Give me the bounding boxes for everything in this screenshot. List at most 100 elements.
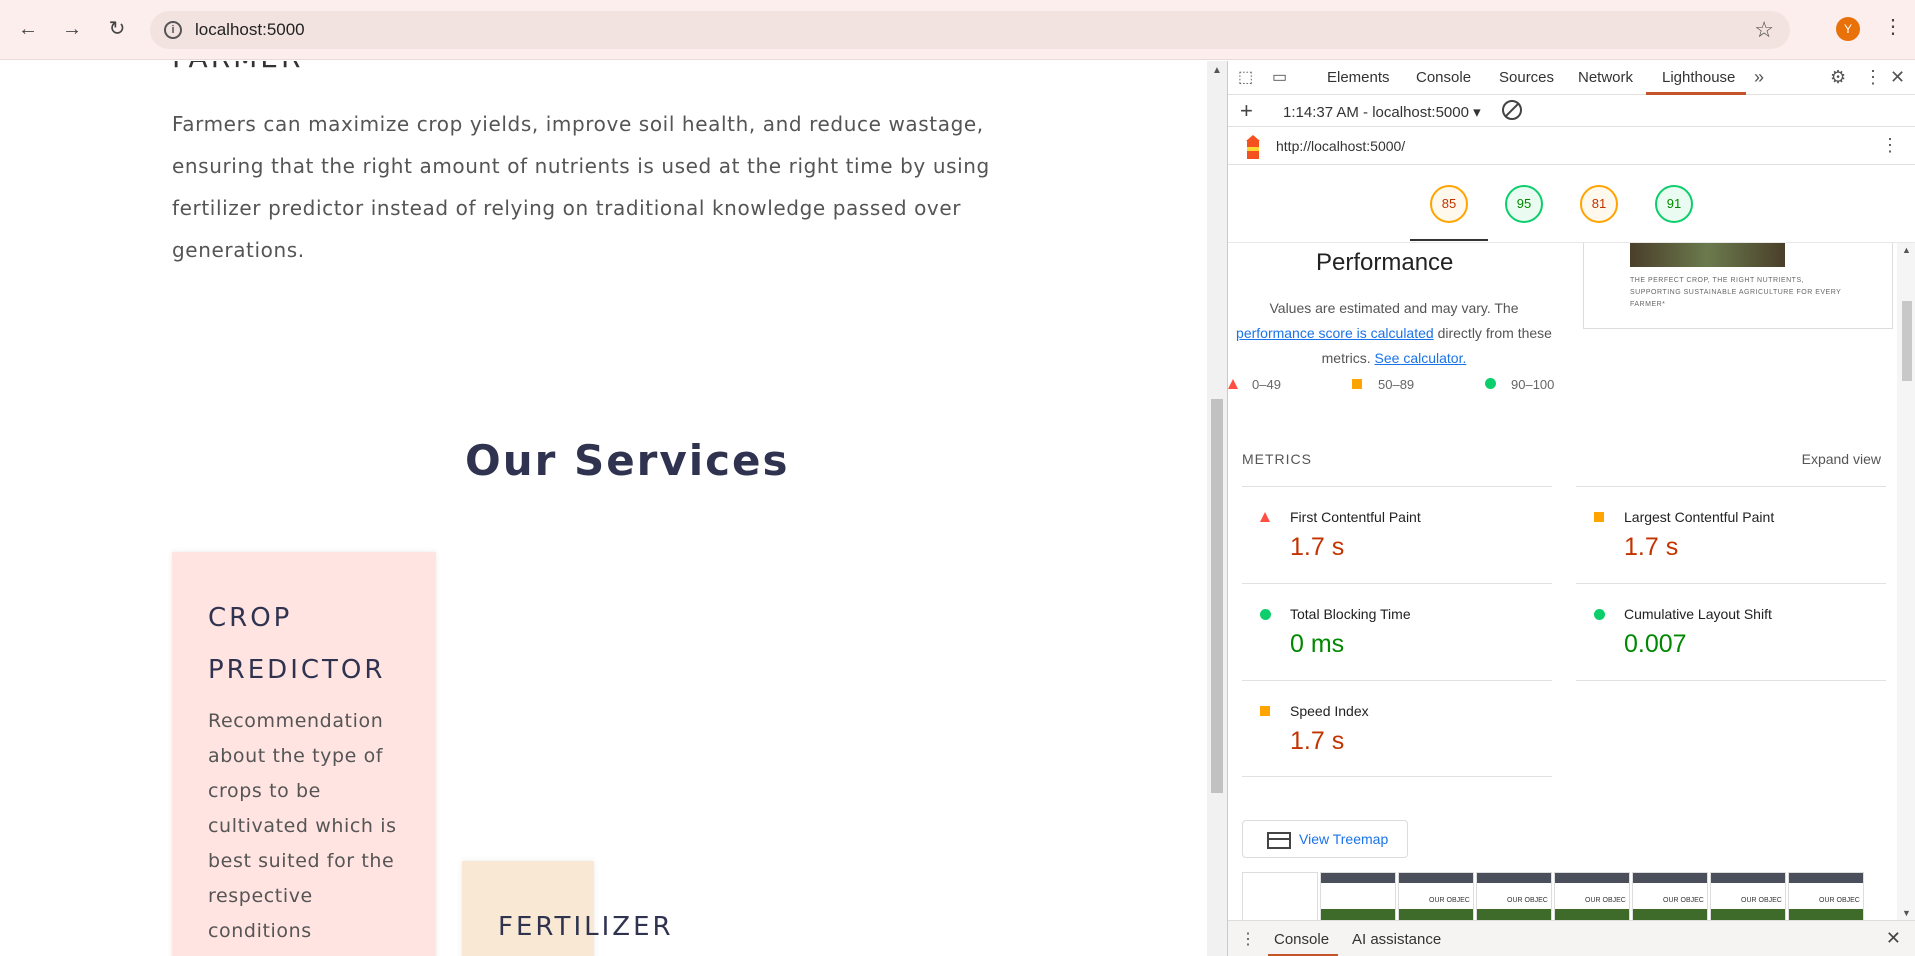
address-bar[interactable]: i localhost:5000 ☆ xyxy=(150,11,1790,49)
filmstrip-frame: OUR OBJEC xyxy=(1788,872,1864,920)
crop-predictor-card[interactable]: CROP PREDICTOR Recommendation about the … xyxy=(172,552,436,956)
metrics-header: METRICS xyxy=(1242,451,1312,467)
reload-icon[interactable]: ↻ xyxy=(105,17,129,41)
report-scrollbar[interactable]: ▲ ▼ xyxy=(1897,243,1915,920)
inspect-element-icon[interactable]: ⬚ xyxy=(1238,67,1253,87)
performance-title: Performance xyxy=(1316,249,1454,276)
drawer-tab-ai-assistance[interactable]: AI assistance xyxy=(1352,931,1441,948)
fail-triangle-icon xyxy=(1228,379,1238,389)
gauge-active-indicator xyxy=(1410,239,1488,241)
filmstrip-frame: OUR OBJEC xyxy=(1554,872,1630,920)
expand-view-toggle[interactable]: Expand view xyxy=(1802,451,1881,467)
treemap-label: View Treemap xyxy=(1299,831,1389,847)
metric-value: 1.7 s xyxy=(1290,533,1345,561)
more-tabs-icon[interactable]: » xyxy=(1754,67,1764,88)
score-gauge-accessibility[interactable]: 95 xyxy=(1505,185,1543,223)
filmstrip-frame: OUR OBJEC xyxy=(1632,872,1708,920)
screenshot-image xyxy=(1630,243,1785,267)
pass-circle-icon xyxy=(1260,609,1271,620)
performance-note: Values are estimated and may vary. The p… xyxy=(1228,296,1564,371)
filmstrip-frame: OUR OBJEC xyxy=(1476,872,1552,920)
close-drawer-icon[interactable]: ✕ xyxy=(1886,928,1901,949)
average-square-icon xyxy=(1594,512,1604,522)
filmstrip-frame: OUR OBJEC xyxy=(1710,872,1786,920)
metric-total-blocking-time: Total Blocking Time 0 ms xyxy=(1242,583,1552,680)
score-gauges: 85 95 81 91 xyxy=(1228,165,1915,243)
fertilizer-card[interactable]: FERTILIZER xyxy=(462,861,671,956)
lighthouse-toolbar: + 1:14:37 AM - localhost:5000 ▾ xyxy=(1228,95,1915,127)
treemap-icon xyxy=(1267,832,1291,849)
page-scrollbar[interactable]: ▲ xyxy=(1207,61,1227,956)
tab-lighthouse[interactable]: Lighthouse xyxy=(1662,69,1735,86)
metric-name: Cumulative Layout Shift xyxy=(1624,606,1772,622)
scrollbar-thumb[interactable] xyxy=(1902,301,1912,381)
tab-console[interactable]: Console xyxy=(1416,69,1471,86)
drawer-menu-icon[interactable]: ⋮ xyxy=(1240,929,1256,949)
score-gauge-seo[interactable]: 91 xyxy=(1655,185,1693,223)
scrollbar-thumb[interactable] xyxy=(1211,399,1223,793)
tab-sources[interactable]: Sources xyxy=(1499,69,1554,86)
metric-speed-index: Speed Index 1.7 s xyxy=(1242,680,1552,777)
profile-avatar[interactable]: Y xyxy=(1836,17,1860,41)
screenshot-caption: THE PERFECT CROP, THE RIGHT NUTRIENTS, S… xyxy=(1630,277,1842,308)
card-description: Recommendation about the type of crops t… xyxy=(208,710,397,942)
metric-largest-contentful-paint: Largest Contentful Paint 1.7 s xyxy=(1576,486,1886,583)
pass-circle-icon xyxy=(1485,378,1496,389)
metric-name: First Contentful Paint xyxy=(1290,509,1421,525)
device-toolbar-icon[interactable]: ▭ xyxy=(1272,67,1287,87)
drawer-tab-console[interactable]: Console xyxy=(1274,931,1329,948)
lighthouse-report: Performance Values are estimated and may… xyxy=(1228,243,1897,920)
close-devtools-icon[interactable]: ✕ xyxy=(1890,67,1905,88)
scroll-down-arrow-icon[interactable]: ▼ xyxy=(1902,908,1911,918)
average-square-icon xyxy=(1352,379,1362,389)
fail-triangle-icon xyxy=(1260,512,1270,522)
final-screenshot-thumbnail[interactable]: THE PERFECT CROP, THE RIGHT NUTRIENTS, S… xyxy=(1583,243,1893,329)
devtools-panel: ⬚ ▭ Elements Console Sources Network Lig… xyxy=(1228,61,1915,956)
average-square-icon xyxy=(1260,706,1270,716)
devtools-menu-icon[interactable]: ⋮ xyxy=(1864,67,1882,88)
metric-value: 1.7 s xyxy=(1624,533,1679,561)
card-title: CROP PREDICTOR xyxy=(208,603,386,685)
browser-menu-icon[interactable]: ⋮ xyxy=(1883,15,1903,39)
card-title: FERTILIZER xyxy=(498,912,674,942)
back-arrow-icon[interactable]: ← xyxy=(16,17,40,41)
metric-name: Total Blocking Time xyxy=(1290,606,1411,622)
browser-toolbar: ← → ↻ i localhost:5000 ☆ Y ⋮ xyxy=(0,0,1915,60)
address-url[interactable]: localhost:5000 xyxy=(195,20,305,40)
filmstrip-frame: OUR OBJEC xyxy=(1398,872,1474,920)
score-legend: 0–49 50–89 90–100 xyxy=(1228,375,1568,395)
metric-name: Speed Index xyxy=(1290,703,1369,719)
tab-network[interactable]: Network xyxy=(1578,69,1633,86)
score-calculation-link[interactable]: performance score is calculated xyxy=(1236,325,1434,341)
lighthouse-logo-icon xyxy=(1246,135,1260,159)
new-report-plus-icon[interactable]: + xyxy=(1240,98,1253,124)
see-calculator-link[interactable]: See calculator. xyxy=(1375,350,1467,366)
report-session-select[interactable]: 1:14:37 AM - localhost:5000 ▾ xyxy=(1283,103,1481,121)
forward-arrow-icon[interactable]: → xyxy=(60,17,84,41)
scroll-up-arrow-icon[interactable]: ▲ xyxy=(1212,65,1222,76)
report-url-bar: http://localhost:5000/ ⋮ xyxy=(1228,127,1915,165)
metric-value: 0.007 xyxy=(1624,630,1687,658)
bookmark-star-icon[interactable]: ☆ xyxy=(1754,17,1774,43)
filmstrip: OUR OBJEC OUR OBJEC OUR OBJEC OUR OBJEC … xyxy=(1242,872,1897,920)
score-gauge-best-practices[interactable]: 81 xyxy=(1580,185,1618,223)
metric-value: 1.7 s xyxy=(1290,727,1345,755)
clear-reports-icon[interactable] xyxy=(1502,100,1522,120)
services-title: Our Services xyxy=(465,436,790,485)
note-text: Values are estimated and may vary. The xyxy=(1269,300,1519,316)
filmstrip-frame xyxy=(1320,872,1396,920)
tab-elements[interactable]: Elements xyxy=(1327,69,1390,86)
section-heading-partial: FARMER xyxy=(172,61,303,74)
metric-divider xyxy=(1576,680,1886,681)
scroll-up-arrow-icon[interactable]: ▲ xyxy=(1902,245,1911,255)
pass-circle-icon xyxy=(1594,609,1605,620)
site-info-icon[interactable]: i xyxy=(164,21,182,39)
legend-fail: 0–49 xyxy=(1252,377,1281,392)
report-menu-icon[interactable]: ⋮ xyxy=(1881,135,1899,156)
score-gauge-performance[interactable]: 85 xyxy=(1430,185,1468,223)
web-page: FARMER Farmers can maximize crop yields,… xyxy=(0,61,1207,956)
devtools-tabbar: ⬚ ▭ Elements Console Sources Network Lig… xyxy=(1228,61,1915,95)
view-treemap-button[interactable]: View Treemap xyxy=(1242,820,1408,858)
settings-gear-icon[interactable]: ⚙ xyxy=(1830,67,1846,88)
metric-name: Largest Contentful Paint xyxy=(1624,509,1775,525)
